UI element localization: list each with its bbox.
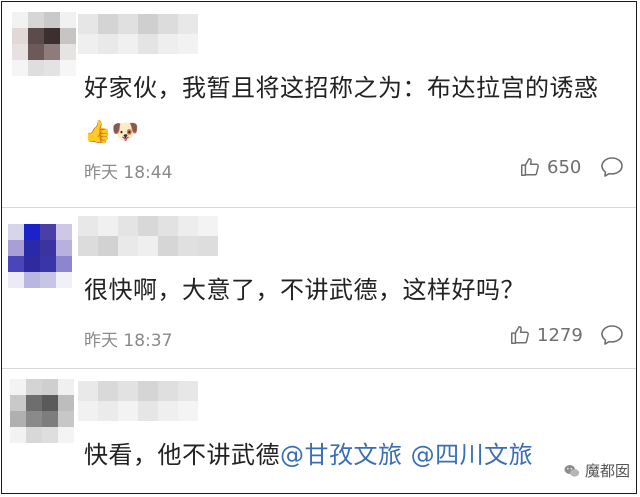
like-count: 1279: [537, 324, 583, 346]
mention-link[interactable]: @四川文旅: [411, 441, 534, 469]
thumbs-up-icon: [521, 158, 539, 176]
like-button[interactable]: 1279: [509, 324, 583, 346]
username-blurred[interactable]: [78, 381, 198, 421]
comment-reply-icon[interactable]: [600, 324, 624, 346]
avatar[interactable]: [8, 224, 72, 288]
avatar[interactable]: [12, 12, 76, 76]
comment-item: 好家伙，我暂且将这招称之为：布达拉宫的诱惑👍🐶 昨天 18:44 650: [2, 2, 636, 212]
username-blurred[interactable]: [78, 216, 218, 256]
comment-item: 很快啊，大意了，不讲武德，这样好吗？ 昨天 18:37 1279: [2, 208, 636, 368]
thumbs-up-emoji: 👍: [84, 120, 112, 145]
watermark-text: 魔都囡: [584, 462, 630, 480]
avatar[interactable]: [10, 379, 74, 443]
comment-time: 昨天 18:44: [84, 163, 173, 183]
like-button[interactable]: 650: [519, 156, 581, 178]
username-blurred[interactable]: [78, 14, 198, 54]
wechat-icon: [564, 464, 580, 477]
watermark: 魔都囡: [563, 460, 630, 481]
comment-time: 昨天 18:37: [84, 331, 173, 351]
comment-text: 快看，他不讲武德@甘孜文旅 @四川文旅: [84, 441, 534, 469]
doge-emoji: 🐶: [111, 120, 140, 145]
comment-text: 好家伙，我暂且将这招称之为：布达拉宫的诱惑👍🐶: [84, 68, 612, 153]
like-count: 650: [547, 156, 582, 178]
thumbs-up-icon: [511, 326, 529, 344]
comment-item: 快看，他不讲武德@甘孜文旅 @四川文旅: [2, 369, 636, 493]
comment-reply-icon[interactable]: [600, 156, 624, 178]
mention-link[interactable]: @甘孜文旅: [280, 441, 403, 469]
comment-text: 很快啊，大意了，不讲武德，这样好吗？: [84, 276, 525, 304]
comment-list: 好家伙，我暂且将这招称之为：布达拉宫的诱惑👍🐶 昨天 18:44 650 很快啊…: [1, 1, 637, 494]
